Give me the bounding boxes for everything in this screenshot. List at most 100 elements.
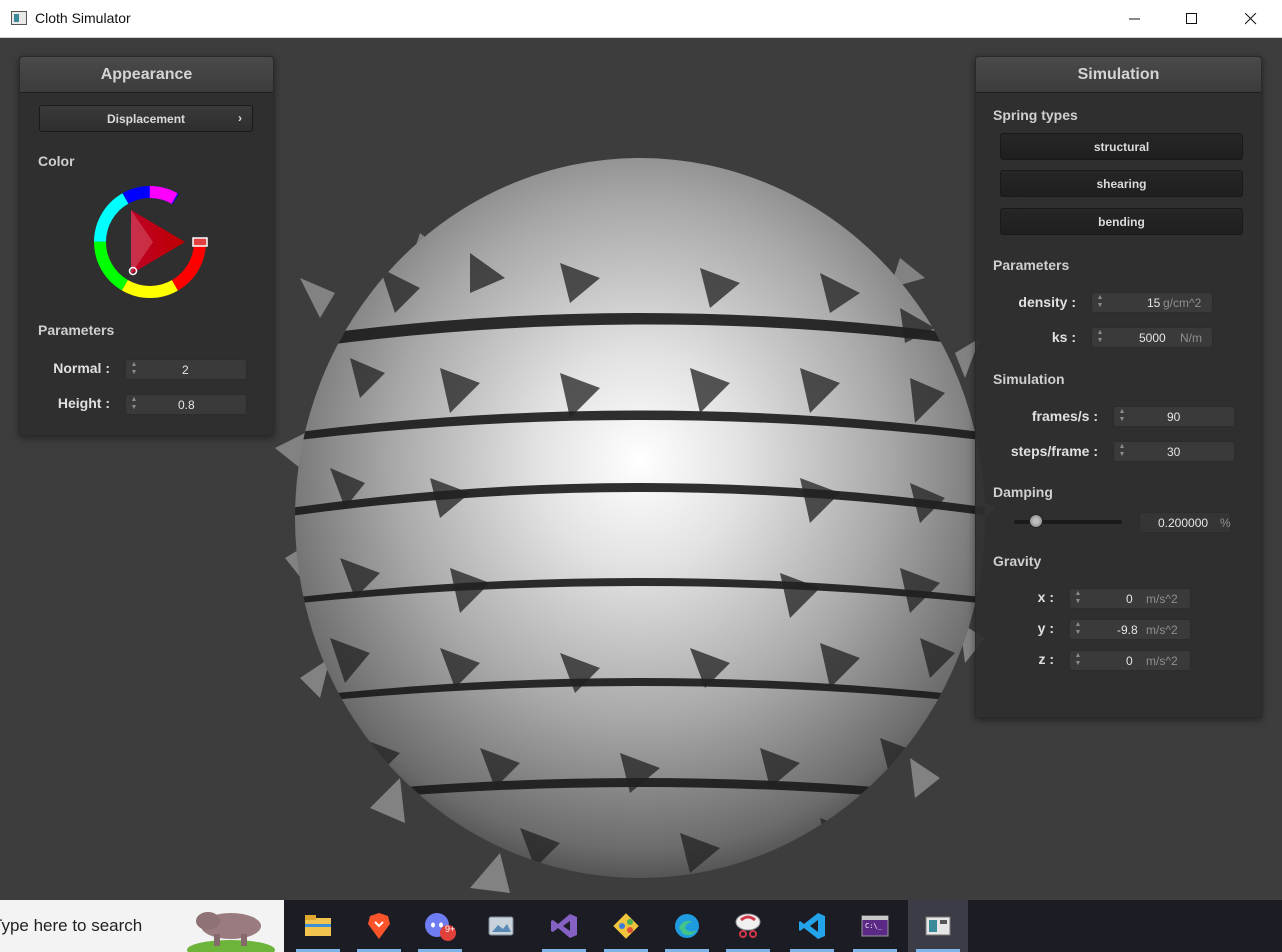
taskbar: Type here to search 9+ C:\_ [0, 900, 1282, 952]
gravity-label: Gravity [993, 553, 1042, 569]
fps-label: frames/s : [1031, 408, 1098, 424]
shearing-spring-button[interactable]: shearing [1000, 170, 1243, 197]
close-button[interactable] [1222, 0, 1280, 38]
fps-value: 90 [1167, 410, 1181, 424]
density-unit: g/cm^2 [1163, 296, 1202, 310]
visual-studio-icon [551, 914, 577, 938]
appearance-panel-header[interactable]: Appearance [20, 57, 273, 93]
ks-unit: N/m [1180, 331, 1202, 345]
color-wheel[interactable] [93, 185, 208, 300]
spinner-icon[interactable]: ▲ ▼ [1117, 443, 1127, 460]
structural-button-label: structural [1093, 139, 1150, 154]
taskbar-search-box[interactable]: Type here to search [0, 900, 284, 952]
normal-label: Normal : [53, 360, 110, 376]
photos-icon [488, 916, 514, 936]
svg-text:C:\_: C:\_ [865, 922, 883, 930]
taskbar-brave[interactable] [349, 900, 409, 952]
taskbar-edge[interactable] [657, 900, 717, 952]
damping-label: Damping [993, 484, 1053, 500]
damping-input[interactable]: 0.200000 % [1139, 512, 1231, 533]
git-icon [613, 913, 639, 939]
spinner-icon[interactable]: ▲ ▼ [1073, 621, 1083, 638]
edge-browser-icon [675, 914, 699, 938]
brave-browser-icon [368, 913, 390, 939]
bending-button-label: bending [1098, 214, 1145, 229]
shader-dropdown-label: Displacement [106, 111, 186, 126]
gravity-z-value: 0 [1126, 654, 1133, 668]
taskbar-vscode[interactable] [782, 900, 842, 952]
shearing-button-label: shearing [1096, 176, 1147, 191]
structural-spring-button[interactable]: structural [1000, 133, 1243, 160]
fps-input[interactable]: ▲ ▼ 90 [1113, 406, 1235, 427]
terminal-icon: C:\_ [861, 915, 889, 937]
gravity-z-label: z : [1038, 651, 1054, 667]
taskbar-cloth-simulator[interactable] [908, 900, 968, 952]
shader-dropdown-button[interactable]: Displacement › [39, 105, 253, 132]
taskbar-visual-studio[interactable] [534, 900, 594, 952]
render-viewport[interactable]: Appearance Displacement › Color Paramete… [0, 38, 1282, 900]
close-icon [1245, 13, 1257, 25]
taskbar-photos[interactable] [471, 900, 531, 952]
spinner-icon[interactable]: ▲ ▼ [129, 396, 139, 413]
gravity-y-value: -9.8 [1117, 623, 1138, 637]
height-value: 0.8 [178, 398, 195, 412]
taskbar-git[interactable] [596, 900, 656, 952]
spinner-icon[interactable]: ▲ ▼ [1117, 408, 1127, 425]
gravity-z-input[interactable]: ▲ ▼ 0 m/s^2 [1069, 650, 1191, 671]
maximize-icon [1186, 13, 1197, 24]
normal-value: 2 [182, 363, 189, 377]
spinner-icon[interactable]: ▲ ▼ [1073, 590, 1083, 607]
spinner-icon[interactable]: ▲ ▼ [1095, 329, 1105, 346]
file-explorer-icon [305, 915, 331, 936]
bending-spring-button[interactable]: bending [1000, 208, 1243, 235]
gravity-x-label: x : [1037, 589, 1054, 605]
ks-value: 5000 [1139, 331, 1166, 345]
taskbar-search-placeholder: Type here to search [0, 916, 143, 935]
damping-value: 0.200000 [1158, 516, 1209, 530]
app-window-icon [11, 11, 27, 25]
sim-parameters-label: Parameters [993, 257, 1070, 273]
taskbar-snipping-tool[interactable] [718, 900, 778, 952]
maximize-button[interactable] [1163, 0, 1221, 38]
taskbar-discord[interactable]: 9+ [410, 900, 470, 952]
gravity-x-input[interactable]: ▲ ▼ 0 m/s^2 [1069, 588, 1191, 609]
gravity-x-value: 0 [1126, 592, 1133, 606]
spinner-icon[interactable]: ▲ ▼ [1073, 652, 1083, 669]
minimize-icon [1129, 18, 1140, 20]
density-label: density : [1018, 294, 1076, 310]
color-section-label: Color [38, 153, 75, 169]
ks-label: ks : [1051, 329, 1076, 345]
chevron-right-icon: › [238, 111, 242, 125]
gravity-z-unit: m/s^2 [1146, 654, 1178, 668]
steps-label: steps/frame : [1010, 443, 1098, 459]
simulation-panel: Simulation Spring types structural shear… [975, 56, 1262, 718]
spinner-icon[interactable]: ▲ ▼ [1095, 294, 1105, 311]
cloth-simulator-icon [925, 916, 951, 936]
density-input[interactable]: ▲ ▼ 15 g/cm^2 [1091, 292, 1213, 313]
appearance-panel: Appearance Displacement › Color Paramete… [19, 56, 274, 436]
simulation-panel-header[interactable]: Simulation [976, 57, 1261, 93]
steps-input[interactable]: ▲ ▼ 30 [1113, 441, 1235, 462]
damping-unit: % [1220, 516, 1231, 530]
density-value: 15 [1147, 296, 1161, 310]
taskbar-terminal[interactable]: C:\_ [845, 900, 905, 952]
discord-notification-badge: 9+ [445, 924, 456, 934]
gravity-y-unit: m/s^2 [1146, 623, 1178, 637]
height-label: Height : [57, 395, 110, 411]
damping-slider-knob[interactable] [1028, 514, 1043, 528]
taskbar-file-explorer[interactable] [288, 900, 348, 952]
search-highlight-image [187, 912, 275, 952]
spinner-icon[interactable]: ▲ ▼ [129, 361, 139, 378]
vscode-icon [799, 913, 825, 939]
appearance-parameters-label: Parameters [38, 322, 115, 338]
minimize-button[interactable] [1106, 0, 1164, 38]
snipping-tool-icon [735, 913, 761, 938]
gravity-y-label: y : [1037, 620, 1054, 636]
height-input[interactable]: ▲ ▼ 0.8 [125, 394, 247, 415]
ks-input[interactable]: ▲ ▼ 5000 N/m [1091, 327, 1213, 348]
window-title: Cloth Simulator [35, 10, 131, 26]
simulation-section-label: Simulation [993, 371, 1065, 387]
steps-value: 30 [1167, 445, 1181, 459]
normal-input[interactable]: ▲ ▼ 2 [125, 359, 247, 380]
gravity-y-input[interactable]: ▲ ▼ -9.8 m/s^2 [1069, 619, 1191, 640]
